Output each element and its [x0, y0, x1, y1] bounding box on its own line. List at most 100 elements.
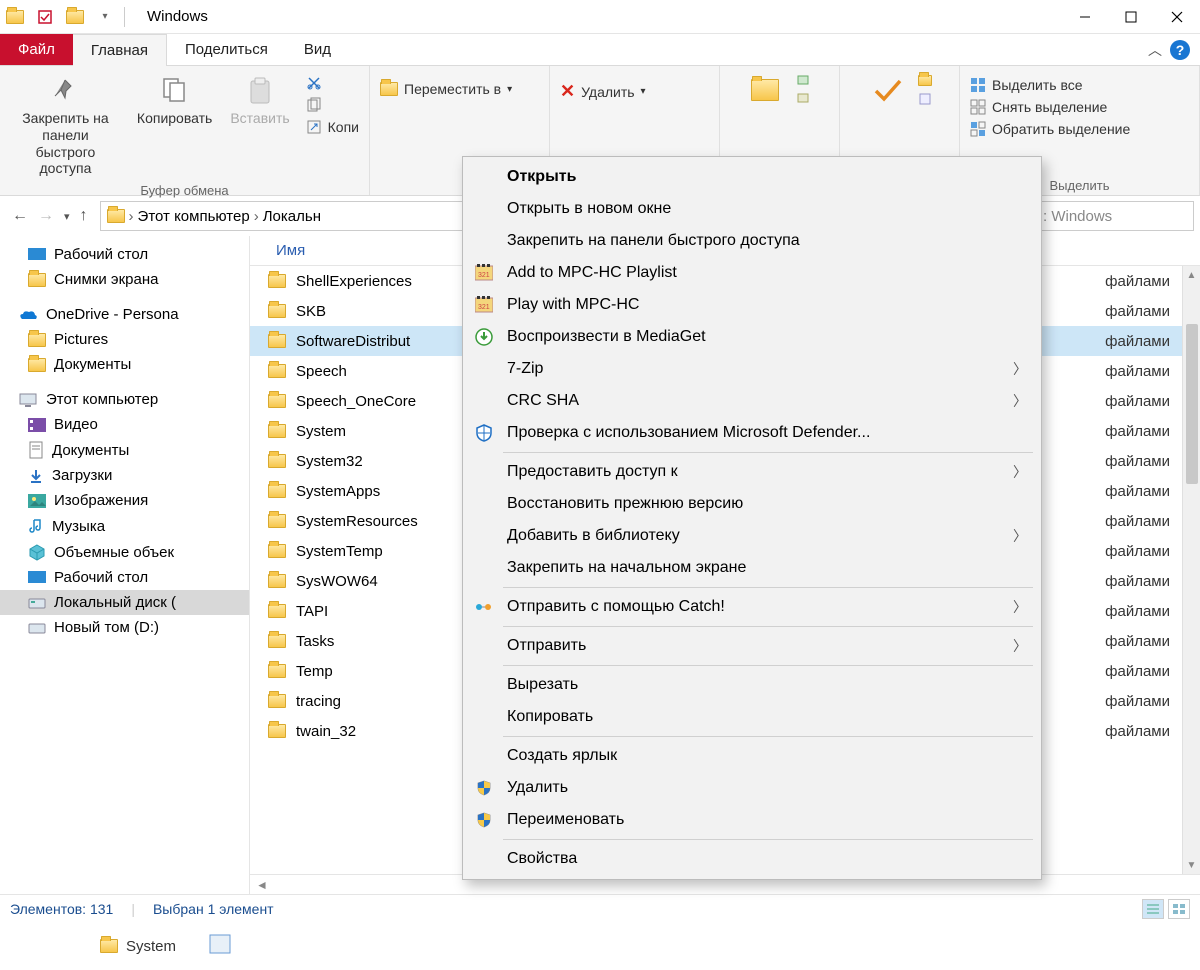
nav-documents-od[interactable]: Документы	[0, 352, 249, 377]
chevron-right-icon: 〉	[1013, 462, 1027, 482]
select-none-button[interactable]: Снять выделение	[966, 98, 1134, 116]
column-name[interactable]: Имя	[268, 242, 313, 259]
ctx-pin-quick-access[interactable]: Закрепить на панели быстрого доступа	[463, 225, 1041, 257]
nav-downloads[interactable]: Загрузки	[0, 463, 249, 488]
tab-view[interactable]: Вид	[286, 34, 349, 65]
view-details-button[interactable]	[1142, 899, 1164, 919]
qat-folder-icon[interactable]	[0, 0, 30, 33]
cut-small-button[interactable]	[302, 74, 363, 92]
ctx-send-catch[interactable]: Отправить с помощью Catch!〉	[463, 591, 1041, 623]
chevron-right-icon: 〉	[1013, 597, 1027, 617]
ctx-mpc-add-playlist[interactable]: 321Add to MPC-HC Playlist	[463, 257, 1041, 289]
chevron-right-icon: 〉	[1013, 359, 1027, 379]
open-small[interactable]	[914, 74, 936, 87]
nav-onedrive[interactable]: OneDrive - Persona	[0, 302, 249, 327]
properties-ribbon-button[interactable]	[864, 70, 908, 114]
ctx-crc-sha[interactable]: CRC SHA〉	[463, 385, 1041, 417]
lower-window-fragment: System	[0, 922, 1200, 970]
close-button[interactable]	[1154, 0, 1200, 34]
ctx-mediaget[interactable]: Воспроизвести в MediaGet	[463, 321, 1041, 353]
recent-dropdown[interactable]: ▾	[64, 210, 70, 223]
tab-home[interactable]: Главная	[73, 34, 167, 66]
defender-shield-icon	[473, 422, 495, 444]
nav-screenshots[interactable]: Снимки экрана	[0, 267, 249, 292]
navigation-pane[interactable]: Рабочий стол Снимки экрана OneDrive - Pe…	[0, 236, 250, 894]
ctx-give-access[interactable]: Предоставить доступ к〉	[463, 456, 1041, 488]
crumb-sep[interactable]: ›	[129, 208, 134, 225]
move-to-button[interactable]: Переместить в▾	[376, 80, 516, 98]
ctx-rename[interactable]: Переименовать	[463, 804, 1041, 836]
new-folder-icon	[749, 74, 781, 106]
copy-button[interactable]: Копировать	[131, 70, 218, 130]
crumb-sep[interactable]: ›	[254, 208, 259, 225]
ctx-delete[interactable]: Удалить	[463, 772, 1041, 804]
ctx-cut[interactable]: Вырезать	[463, 669, 1041, 701]
file-name: SKB	[296, 303, 326, 320]
nav-local-disk-c[interactable]: Локальный диск (	[0, 590, 249, 615]
file-name: SysWOW64	[296, 573, 378, 590]
ctx-add-to-library[interactable]: Добавить в библиотеку〉	[463, 520, 1041, 552]
nav-documents[interactable]: Документы	[0, 437, 249, 463]
paste-button[interactable]: Вставить	[224, 70, 295, 130]
copy-path-small-button[interactable]	[302, 96, 363, 114]
folder-icon	[268, 514, 286, 528]
folder-icon	[268, 694, 286, 708]
folder-icon	[268, 664, 286, 678]
up-button[interactable]: ↑	[80, 207, 88, 225]
ctx-copy[interactable]: Копировать	[463, 701, 1041, 733]
qat-dropdown-icon[interactable]: ▾	[90, 0, 120, 33]
nav-3d-objects[interactable]: Объемные объек	[0, 539, 249, 565]
tab-file[interactable]: Файл	[0, 34, 73, 65]
chevron-right-icon: 〉	[1013, 526, 1027, 546]
delete-button[interactable]: ✕Удалить▾	[556, 80, 650, 103]
ctx-defender-scan[interactable]: Проверка с использованием Microsoft Defe…	[463, 417, 1041, 449]
new-folder-button[interactable]	[743, 70, 787, 114]
edit-small[interactable]	[914, 91, 936, 107]
ctx-mpc-play[interactable]: 321Play with MPC-HC	[463, 289, 1041, 321]
nav-music[interactable]: Музыка	[0, 513, 249, 539]
nav-images[interactable]: Изображения	[0, 488, 249, 513]
qat-properties-icon[interactable]	[30, 0, 60, 33]
paste-icon	[244, 74, 276, 106]
chevron-right-icon: 〉	[1013, 391, 1027, 411]
select-all-button[interactable]: Выделить все	[966, 76, 1134, 94]
tab-share[interactable]: Поделиться	[167, 34, 286, 65]
ctx-create-shortcut[interactable]: Создать ярлык	[463, 740, 1041, 772]
mediaget-icon	[473, 326, 495, 348]
maximize-button[interactable]	[1108, 0, 1154, 34]
forward-button[interactable]: →	[38, 207, 54, 225]
paste-shortcut-small-button[interactable]: Копи	[302, 118, 363, 136]
nav-desktop[interactable]: Рабочий стол	[0, 242, 249, 267]
pin-quick-access-button[interactable]: Закрепить на панели быстрого доступа	[6, 70, 125, 181]
select-all-icon	[970, 77, 986, 93]
collapse-ribbon-icon[interactable]: ︿	[1148, 40, 1162, 60]
nav-new-volume-d[interactable]: Новый том (D:)	[0, 615, 249, 640]
qat-folder2-icon[interactable]	[60, 0, 90, 33]
new-item-small[interactable]	[793, 74, 817, 88]
minimize-button[interactable]	[1062, 0, 1108, 34]
copy-icon	[159, 74, 191, 106]
ctx-open[interactable]: Открыть	[463, 161, 1041, 193]
nav-videos[interactable]: Видео	[0, 412, 249, 437]
crumb-this-pc[interactable]: Этот компьютер	[138, 208, 250, 225]
vertical-scrollbar[interactable]: ▲ ▼	[1182, 266, 1200, 874]
ctx-restore-previous[interactable]: Восстановить прежнюю версию	[463, 488, 1041, 520]
catch-icon	[473, 596, 495, 618]
back-button[interactable]: ←	[12, 207, 28, 225]
view-icons-button[interactable]	[1168, 899, 1190, 919]
invert-selection-button[interactable]: Обратить выделение	[966, 120, 1134, 138]
ctx-properties[interactable]: Свойства	[463, 843, 1041, 875]
crumb-drive[interactable]: Локальн	[263, 208, 321, 225]
ctx-pin-to-start[interactable]: Закрепить на начальном экране	[463, 552, 1041, 584]
help-icon[interactable]: ?	[1170, 40, 1190, 60]
nav-pictures[interactable]: Pictures	[0, 327, 249, 352]
mpc-icon: 321	[473, 262, 495, 284]
easy-access-small[interactable]	[793, 92, 817, 106]
nav-this-pc[interactable]: Этот компьютер	[0, 387, 249, 412]
ctx-open-new-window[interactable]: Открыть в новом окне	[463, 193, 1041, 225]
ctx-send-to[interactable]: Отправить〉	[463, 630, 1041, 662]
file-name: SystemTemp	[296, 543, 383, 560]
search-box[interactable]: : Windows	[1034, 201, 1194, 231]
nav-desktop2[interactable]: Рабочий стол	[0, 565, 249, 590]
ctx-7zip[interactable]: 7-Zip〉	[463, 353, 1041, 385]
